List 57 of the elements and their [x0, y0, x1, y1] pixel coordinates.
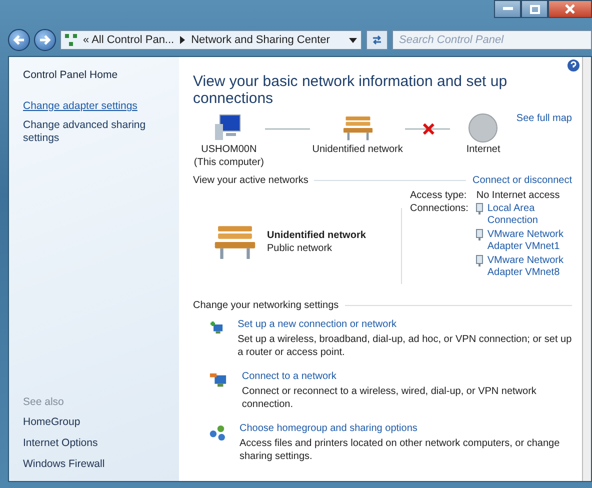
- property-label: Access type:: [410, 190, 468, 201]
- search-field[interactable]: Search Control Panel: [392, 30, 592, 50]
- task-description: Connect or reconnect to a wireless, wired, dial-up, or VPN network connection.: [242, 385, 538, 411]
- task-link[interactable]: Connect to a network: [242, 371, 572, 382]
- scrollbar[interactable]: [582, 57, 591, 481]
- minimize-icon: [502, 7, 512, 11]
- bench-icon: [213, 224, 257, 260]
- chevron-right-icon: [180, 36, 186, 44]
- section-heading: Change your networking settings: [193, 300, 339, 311]
- maximize-icon: [530, 4, 540, 14]
- adapter-icon: [476, 255, 484, 267]
- property-label: Connections:: [410, 203, 468, 216]
- see-also-heading: See also: [23, 396, 65, 408]
- sidebar-link[interactable]: HomeGroup: [23, 416, 171, 429]
- arrow-right-icon: [39, 35, 51, 45]
- task-description: Set up a wireless, broadband, dial-up, ad hoc, or VPN connection; or set up a router or access point.: [238, 333, 572, 359]
- node-label: Unidentified network: [312, 143, 403, 156]
- arrow-left-icon: [13, 35, 25, 45]
- sidebar-link[interactable]: Change adapter settings: [23, 100, 171, 113]
- address-bar[interactable]: « All Control Pan... Network and Sharing Center: [60, 30, 362, 50]
- back-button[interactable]: [8, 29, 30, 51]
- bench-icon: [342, 115, 374, 141]
- sidebar-link[interactable]: Control Panel Home: [23, 69, 171, 82]
- node-sublabel: (This computer): [194, 156, 264, 169]
- minimize-button[interactable]: [494, 0, 521, 18]
- close-button[interactable]: [548, 0, 592, 18]
- breadcrumb[interactable]: « All Control Pan...: [83, 34, 174, 46]
- sidebar-link[interactable]: Internet Options: [23, 437, 171, 450]
- connection-link[interactable]: VMware Network Adapter VMnet8: [487, 255, 568, 279]
- adapter-icon: [476, 229, 484, 241]
- refresh-button[interactable]: [366, 30, 388, 50]
- task-description: Access files and printers located on other network computers, or change sharing settings.: [239, 437, 561, 463]
- network-icon: [65, 34, 77, 46]
- connection-link[interactable]: VMware Network Adapter VMnet1: [487, 229, 568, 253]
- maximize-button[interactable]: [521, 0, 548, 18]
- homegroup-icon: [209, 423, 228, 443]
- dropdown-icon[interactable]: [349, 38, 357, 42]
- connect-disconnect-link[interactable]: Connect or disconnect: [472, 175, 572, 186]
- task-link[interactable]: Choose homegroup and sharing options: [239, 423, 572, 434]
- network-name: Unidentified network: [267, 230, 366, 241]
- property-value: No Internet access: [476, 190, 561, 201]
- node-label: Internet: [466, 143, 500, 156]
- network-type: Public network: [267, 243, 334, 254]
- close-icon: [565, 4, 575, 14]
- forward-button[interactable]: [34, 29, 56, 51]
- sidebar-link[interactable]: Change advanced sharing settings: [23, 119, 171, 145]
- sidebar-link[interactable]: Windows Firewall: [23, 458, 171, 471]
- see-full-map-link[interactable]: See full map: [516, 113, 572, 124]
- help-icon[interactable]: [567, 59, 580, 72]
- refresh-icon: [371, 35, 383, 45]
- page-title: View your basic network information and set up connections: [193, 73, 508, 107]
- breadcrumb[interactable]: Network and Sharing Center: [191, 34, 330, 46]
- node-label: USHOM00N: [201, 143, 257, 156]
- adapter-icon: [476, 203, 484, 215]
- connection-link[interactable]: Local Area Connection: [487, 203, 568, 227]
- section-heading: View your active networks: [193, 175, 308, 186]
- task-link[interactable]: Set up a new connection or network: [238, 319, 572, 330]
